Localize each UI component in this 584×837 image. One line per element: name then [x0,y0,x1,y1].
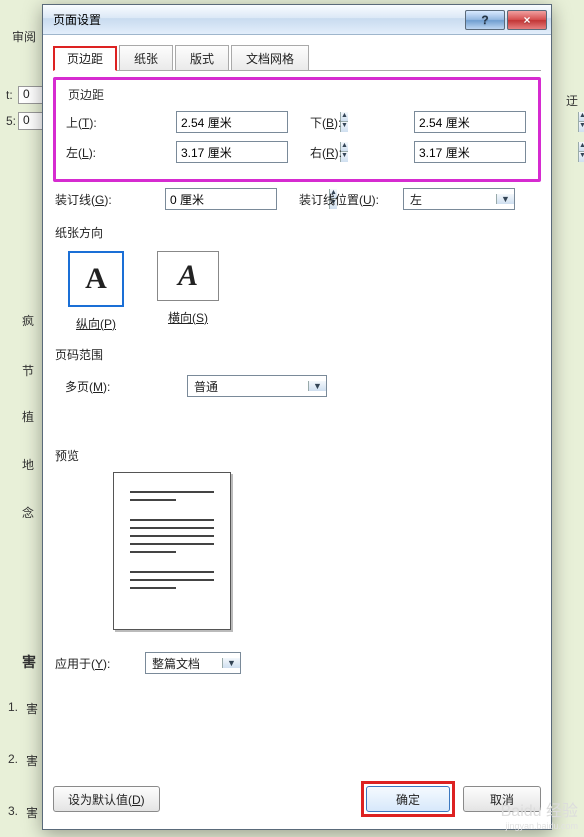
apply-to-value: 整篇文档 [146,655,222,672]
spinner-up-icon[interactable]: ▲ [579,112,584,122]
bottom-label: 下(B): [310,114,364,131]
orientation-portrait[interactable]: A [68,251,124,307]
chevron-down-icon[interactable]: ▼ [222,658,240,668]
gutter-pos-value: 左 [404,191,496,208]
portrait-label: 纵向(P) [76,315,116,332]
tab-paper[interactable]: 纸张 [119,45,173,70]
orientation-legend: 纸张方向 [55,224,541,241]
dialog-title: 页面设置 [43,11,465,28]
left-margin-field[interactable]: ▲▼ [176,141,288,163]
margins-legend: 页边距 [68,86,528,103]
bg-l6: 害 [22,652,36,672]
help-button[interactable]: ? [465,10,505,30]
spinner-down-icon[interactable]: ▼ [579,122,584,132]
bg-l9: 害 [26,804,38,821]
page-setup-dialog: 页面设置 ? × 页边距 纸张 版式 文档网格 页边距 上(T): ▲▼ [42,4,552,830]
bg-n1: 1. [8,700,18,714]
bg-n2: 2. [8,752,18,766]
gutter-pos-combo[interactable]: 左 ▼ [403,188,515,210]
right-label: 右(R): [310,144,364,161]
spinner-up-icon[interactable]: ▲ [579,142,584,152]
tab-layout[interactable]: 版式 [175,45,229,70]
tabstrip: 页边距 纸张 版式 文档网格 [53,45,541,71]
bg-l4: 地 [22,456,34,473]
bg-l8: 害 [26,752,38,769]
portrait-icon: A [85,262,107,296]
set-default-button[interactable]: 设为默认值(D) [53,786,160,812]
bg-l7: 害 [26,700,38,717]
ok-button-highlight: 确定 [361,781,455,817]
multipage-combo[interactable]: 普通 ▼ [187,375,327,397]
landscape-icon: A [178,259,198,293]
ok-button[interactable]: 确定 [366,786,450,812]
left-label: 左(L): [66,144,120,161]
preview-page-icon [113,472,231,630]
top-margin-field[interactable]: ▲▼ [176,111,288,133]
gutter-pos-label: 装订线位置(U): [299,191,403,208]
bg-label: t: [6,88,13,102]
right-margin-input[interactable] [415,145,578,159]
titlebar[interactable]: 页面设置 ? × [43,5,551,35]
apply-to-label: 应用于(Y): [55,655,145,672]
orientation-landscape[interactable]: A [157,251,219,301]
multipage-label: 多页(M): [65,378,155,395]
bg-l2: 节 [22,362,34,379]
right-margin-field[interactable]: ▲▼ [414,141,526,163]
top-label: 上(T): [66,114,120,131]
close-button[interactable]: × [507,10,547,30]
cancel-button[interactable]: 取消 [463,786,541,812]
margins-group-highlight: 页边距 上(T): ▲▼ 下(B): ▲▼ 左(L): [53,77,541,182]
bottom-margin-field[interactable]: ▲▼ [414,111,526,133]
dialog-footer: 设为默认值(D) 确定 取消 [43,770,551,829]
preview-legend: 预览 [55,447,541,464]
bg-n3: 3. [8,804,18,818]
gutter-field[interactable]: ▲▼ [165,188,277,210]
bg-l5: 念 [22,504,34,521]
chevron-down-icon[interactable]: ▼ [496,194,514,204]
tab-docgrid[interactable]: 文档网格 [231,45,309,70]
pages-legend: 页码范围 [55,346,541,363]
bg-right-char: 迂 [566,92,578,109]
gutter-label: 装订线(G): [55,191,145,208]
bg-l1: 疯 [22,312,34,329]
chevron-down-icon[interactable]: ▼ [308,381,326,391]
multipage-value: 普通 [188,378,308,395]
tab-margins[interactable]: 页边距 [53,46,117,71]
landscape-label: 横向(S) [168,309,208,326]
bottom-margin-input[interactable] [415,115,578,129]
bg-label-2: 5: [6,114,16,128]
bg-l3: 植 [22,408,34,425]
spinner-down-icon[interactable]: ▼ [579,152,584,162]
apply-to-combo[interactable]: 整篇文档 ▼ [145,652,241,674]
bg-ribbon-text: 审阅 [12,28,36,45]
preview-area [53,466,541,630]
